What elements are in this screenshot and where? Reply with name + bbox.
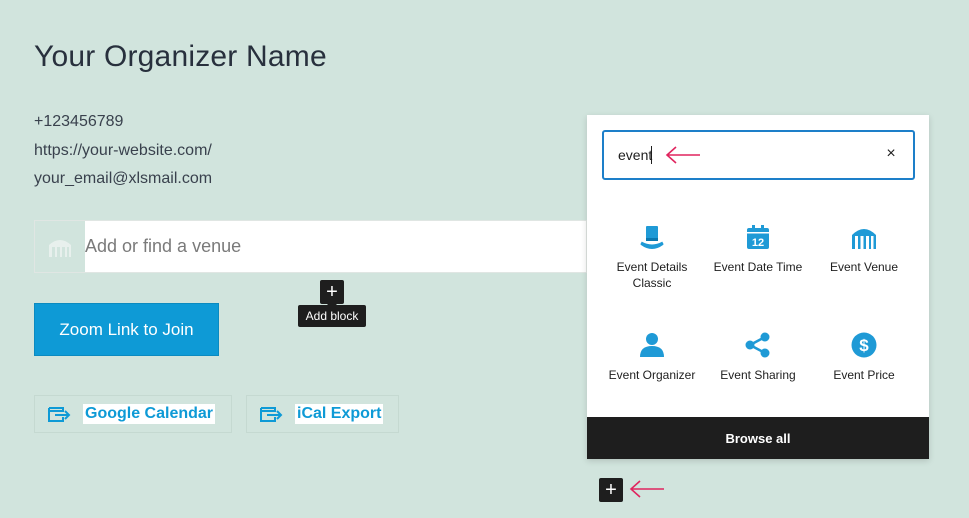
- organizer-website: https://your-website.com/: [34, 142, 212, 159]
- block-search-box[interactable]: ×: [602, 130, 915, 180]
- organizer-email: your_email@xlsmail.com: [34, 170, 213, 187]
- block-event-organizer[interactable]: Event Organizer: [602, 331, 702, 383]
- google-calendar-button[interactable]: Google Calendar: [34, 395, 232, 433]
- plus-icon: +: [326, 281, 338, 303]
- dollar-icon: $: [851, 332, 877, 358]
- ical-export-label: iCal Export: [295, 404, 384, 424]
- venue-input[interactable]: [85, 221, 585, 272]
- block-label: Event Organizer: [608, 368, 696, 382]
- ical-export-button[interactable]: iCal Export: [246, 395, 399, 433]
- text-caret: [651, 146, 652, 164]
- calendar-export-icon: [48, 407, 71, 422]
- block-label: Event Price: [833, 368, 895, 382]
- clear-search-button[interactable]: ×: [881, 144, 901, 164]
- dollar-sign: $: [859, 336, 869, 355]
- block-event-venue[interactable]: Event Venue: [814, 223, 914, 275]
- block-event-date-time[interactable]: 12 Event Date Time: [708, 223, 808, 275]
- person-icon: [640, 333, 664, 357]
- block-label: Event Details Classic: [616, 260, 688, 290]
- top-hat-icon: [640, 226, 664, 249]
- block-event-sharing[interactable]: Event Sharing: [708, 331, 808, 383]
- block-label: Event Sharing: [720, 368, 796, 382]
- share-icon: [745, 332, 770, 358]
- calendar-day-number: 12: [752, 237, 764, 249]
- venue-search-box[interactable]: [34, 220, 587, 273]
- organizer-phone: +123456789: [34, 113, 124, 130]
- add-block-tooltip: Add block: [298, 300, 366, 327]
- block-event-details-classic[interactable]: Event Details Classic: [602, 223, 702, 291]
- block-event-price[interactable]: $ Event Price: [814, 331, 914, 383]
- plus-icon: +: [605, 479, 617, 501]
- venue-icon: [852, 229, 876, 249]
- venue-icon: [35, 221, 85, 272]
- block-label: Event Venue: [829, 260, 899, 274]
- block-search-input[interactable]: [618, 132, 658, 178]
- zoom-link-button[interactable]: Zoom Link to Join: [34, 303, 219, 356]
- block-label: Event Date Time: [713, 260, 803, 274]
- block-inserter-panel: × Event Details Classic 12 Event Date Ti…: [587, 115, 929, 459]
- google-calendar-label: Google Calendar: [83, 404, 216, 424]
- browse-all-button[interactable]: Browse all: [587, 417, 929, 459]
- red-arrow-icon: [665, 146, 700, 164]
- calendar-12-icon: 12: [747, 225, 769, 249]
- bottom-add-block-button[interactable]: +: [599, 478, 623, 502]
- organizer-name: Your Organizer Name: [34, 40, 327, 73]
- red-arrow-icon: [629, 480, 664, 498]
- calendar-export-icon: [260, 407, 283, 422]
